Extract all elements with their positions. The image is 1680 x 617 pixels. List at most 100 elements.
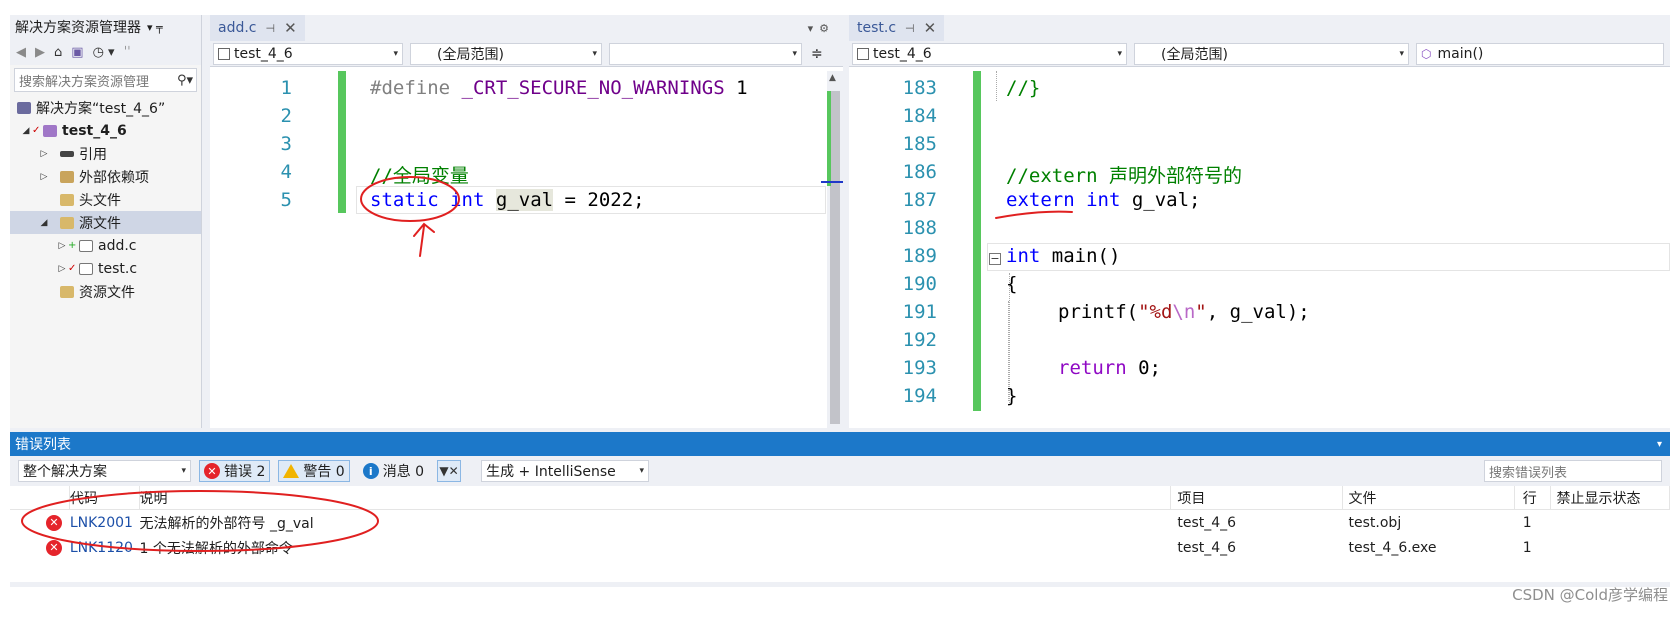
tree-item-label: 引用 [79,146,107,163]
macro-value: 1 [736,77,748,99]
solution-explorer: 解决方案资源管理器 ▾ ╤ ◀ ▶ ⌂ ▣ ◷ ▾ ˈˈ 搜索解决方案资源管理 … [10,15,202,428]
pin-icon[interactable]: ⊣ [905,22,915,35]
back-icon[interactable]: ◀ [16,45,26,60]
line-number: 189 [902,245,937,267]
scope-filter-dropdown[interactable]: 整个解决方案 ▾ [18,460,191,482]
warnings-toggle-button[interactable]: 警告 0 [278,460,350,482]
tree-item-test-c[interactable]: ▷ ✓ test.c [10,257,201,280]
close-icon[interactable]: ✕ [924,19,937,37]
chevron-down-icon: ▾ [1399,48,1404,59]
scope-dropdown[interactable]: (全局范围) ▾ [1134,42,1409,65]
scope-filter-value: 整个解决方案 [23,464,107,480]
code-rest: , g_val); [1206,301,1310,323]
changed-lines-marker [973,71,981,411]
panel-options-icon[interactable]: ▾ [1657,439,1670,450]
keyword-int: int [450,189,485,211]
split-icon[interactable]: ≑ [811,46,823,62]
collapsed-arrow-icon[interactable]: ▷ [56,264,68,274]
build-filter-dropdown[interactable]: 生成 + IntelliSense ▾ [481,460,650,482]
tree-item-project[interactable]: ◢ ✓ test_4_6 [10,119,201,142]
code-line-1: #define _CRT_SECURE_NO_WARNINGS 1 [370,77,748,99]
errors-toggle-button[interactable]: ✕ 错误 2 [199,460,271,482]
tree-item-label: test.c [98,260,138,277]
collapsed-arrow-icon[interactable]: ▷ [56,241,68,251]
collapsed-arrow-icon[interactable]: ▷ [38,149,50,159]
editor-scrollbar[interactable]: ▲ [821,71,843,428]
column-header-description[interactable]: 说明 [140,485,1172,510]
error-row[interactable]: ✕ LNK1120 1 个无法解析的外部命令 test_4_6 test_4_6… [10,535,1670,560]
error-list-search-input[interactable]: 搜索错误列表 [1484,460,1662,482]
line-number: 183 [902,77,937,99]
panel-options-icon[interactable]: ▾ ╤ [147,21,163,34]
tree-item-references[interactable]: ▷ 引用 [10,142,201,165]
expanded-arrow-icon[interactable]: ◢ [20,126,32,136]
project-icon [857,47,869,60]
member-dropdown-value: main() [1437,45,1484,62]
scope-dropdown[interactable]: (全局范围) ▾ [410,42,602,65]
close-icon[interactable]: ✕ [284,19,297,37]
scroll-thumb[interactable] [830,91,840,424]
tree-item-resource-files[interactable]: 资源文件 [10,280,201,303]
checkmark-icon: ✓ [32,125,41,136]
code-line-5: static int g_val = 2022; [370,189,645,211]
forward-icon[interactable]: ▶ [35,45,45,60]
member-dropdown[interactable]: ▾ [609,42,802,65]
error-list-panel: 错误列表 ▾ 整个解决方案 ▾ ✕ 错误 2 警告 0 i 消息 0 ▼✕ 生成… [10,432,1670,582]
tab-add-c[interactable]: add.c ⊣ ✕ [210,15,305,41]
tree-item-solution[interactable]: 解决方案“test_4_6” [10,96,201,119]
line-number: 4 [280,161,292,183]
line-number: 1 [280,77,292,99]
column-header-line[interactable]: 行 [1515,485,1551,510]
error-list-title-bar: 错误列表 ▾ [10,432,1670,456]
filter-folder-icon [60,193,74,206]
expanded-arrow-icon[interactable]: ◢ [38,218,50,228]
error-line: 1 [1522,539,1532,556]
solution-explorer-title-text: 解决方案资源管理器 [15,20,141,36]
filter-icon[interactable]: ▼✕ [437,460,462,482]
column-header-code[interactable]: 代码 [70,485,140,510]
code-line-4: //全局变量 [370,165,469,187]
member-dropdown[interactable]: ⬡ main() [1416,42,1664,65]
collapsed-arrow-icon[interactable]: ▷ [38,172,50,182]
code-line-193: return 0; [1058,357,1161,379]
keyword-extern: extern [1006,189,1075,211]
caret-position-marker [821,181,843,183]
code-area[interactable]: 183 184 185 186 187 188 189 190 191 192 … [849,71,1670,428]
error-code-link[interactable]: LNK1120 [70,540,140,556]
editor-tabbar: test.c ⊣ ✕ [849,15,1670,41]
switch-view-icon[interactable]: ▣ [71,45,83,60]
pin-icon[interactable]: ⊣ [266,22,276,35]
more-icon[interactable]: ˈˈ [124,45,131,60]
project-dropdown[interactable]: test_4_6 ▾ [852,42,1127,65]
error-row[interactable]: ✕ LNK2001 无法解析的外部符号 _g_val test_4_6 test… [10,510,1670,535]
column-header-suppression[interactable]: 禁止显示状态 [1551,485,1670,510]
string-literal: " [1195,301,1207,323]
code-area[interactable]: 1 2 3 4 5 #define _CRT_SECURE_NO_WARNING… [210,71,843,428]
scroll-up-icon[interactable]: ▲ [829,73,836,83]
keyword-static: static [370,189,439,211]
messages-toggle-button[interactable]: i 消息 0 [358,460,429,482]
column-header-file[interactable]: 文件 [1343,485,1515,510]
solution-search-input[interactable]: 搜索解决方案资源管理 ⚲▾ [14,68,197,92]
tree-item-source-files[interactable]: ◢ 源文件 [10,211,201,234]
home-icon[interactable]: ⌂ [54,45,62,60]
icon-column-header[interactable] [10,485,70,510]
tree-item-header-files[interactable]: 头文件 [10,188,201,211]
line-number: 185 [902,133,937,155]
tab-label: test.c [857,20,897,36]
tree-item-label: 源文件 [79,215,121,232]
editor-test-c: test.c ⊣ ✕ test_4_6 ▾ (全局范围) ▾ ⬡ main() … [849,15,1670,428]
search-icon[interactable]: ⚲▾ [177,73,196,88]
error-code-link[interactable]: LNK2001 [70,515,140,531]
tab-test-c[interactable]: test.c ⊣ ✕ [849,15,945,41]
tree-item-external-deps[interactable]: ▷ 外部依赖项 [10,165,201,188]
line-number: 184 [902,105,937,127]
column-header-project[interactable]: 项目 [1171,485,1343,510]
tab-tools-icons[interactable]: ▾⚙ [808,22,843,35]
project-dropdown[interactable]: test_4_6 ▾ [213,42,403,65]
history-icon[interactable]: ◷ ▾ [93,45,115,60]
directive: #define [370,77,451,99]
tree-item-add-c[interactable]: ▷ + add.c [10,234,201,257]
line-number: 186 [902,161,937,183]
project-icon [43,124,57,137]
